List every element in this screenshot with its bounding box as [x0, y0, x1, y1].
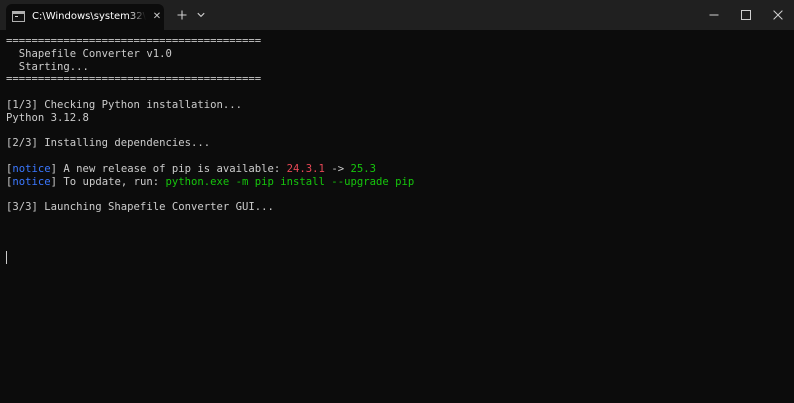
- new-tab-button[interactable]: [172, 5, 192, 25]
- terminal-text: [3/3] Launching Shapefile Converter GUI.…: [6, 201, 274, 214]
- tab-close-button[interactable]: ✕: [151, 10, 163, 24]
- terminal-output[interactable]: ========================================…: [0, 30, 794, 403]
- terminal-text: ] A new release of pip is available:: [50, 162, 287, 175]
- terminal-text: Python 3.12.8: [6, 111, 89, 124]
- close-button[interactable]: [762, 0, 794, 30]
- terminal-line: [1/3] Checking Python installation...: [6, 99, 786, 112]
- terminal-text: [2/3] Installing dependencies...: [6, 137, 211, 150]
- tab-cmd[interactable]: C:\Windows\system32\cmd.exe ✕: [6, 4, 164, 30]
- terminal-text: [1/3] Checking Python installation...: [6, 98, 242, 111]
- terminal-text-blue: notice: [12, 175, 51, 188]
- terminal-text: Shapefile Converter v1.0: [6, 47, 172, 60]
- terminal-line: [notice] To update, run: python.exe -m p…: [6, 176, 786, 189]
- close-icon: [773, 10, 783, 20]
- terminal-line: Starting...: [6, 61, 786, 74]
- minimize-button[interactable]: [698, 0, 730, 30]
- minimize-icon: [709, 14, 719, 16]
- terminal-text: ========================================: [6, 35, 262, 47]
- maximize-button[interactable]: [730, 0, 762, 30]
- terminal-text-green: python.exe -m pip install --upgrade pip: [165, 175, 415, 188]
- terminal-line: Shapefile Converter v1.0: [6, 48, 786, 61]
- terminal-text-green: 25.3: [350, 162, 376, 175]
- terminal-text: ========================================: [6, 73, 262, 86]
- terminal-lines: ========================================…: [6, 35, 786, 214]
- terminal-text-blue: notice: [12, 162, 51, 175]
- terminal-line: [notice] A new release of pip is availab…: [6, 163, 786, 176]
- profiles-dropdown-button[interactable]: [193, 5, 209, 25]
- terminal-line: Python 3.12.8: [6, 112, 786, 125]
- terminal-text: Starting...: [6, 60, 89, 73]
- plus-icon: [177, 10, 187, 20]
- terminal-line: [2/3] Installing dependencies...: [6, 137, 786, 150]
- terminal-line: [3/3] Launching Shapefile Converter GUI.…: [6, 201, 786, 214]
- title-bar[interactable]: C:\Windows\system32\cmd.exe ✕: [0, 0, 794, 30]
- console-icon: [12, 11, 25, 22]
- terminal-text: ] To update, run:: [50, 175, 166, 188]
- terminal-text: ->: [324, 162, 351, 175]
- chevron-down-icon: [197, 12, 205, 18]
- terminal-window: C:\Windows\system32\cmd.exe ✕: [0, 0, 794, 403]
- terminal-line: ========================================: [6, 73, 786, 86]
- maximize-icon: [741, 10, 751, 20]
- tab-title: C:\Windows\system32\cmd.exe: [32, 11, 146, 22]
- text-cursor: [6, 251, 7, 264]
- terminal-text-red: 24.3.1: [286, 162, 325, 175]
- terminal-line: ========================================: [6, 35, 786, 48]
